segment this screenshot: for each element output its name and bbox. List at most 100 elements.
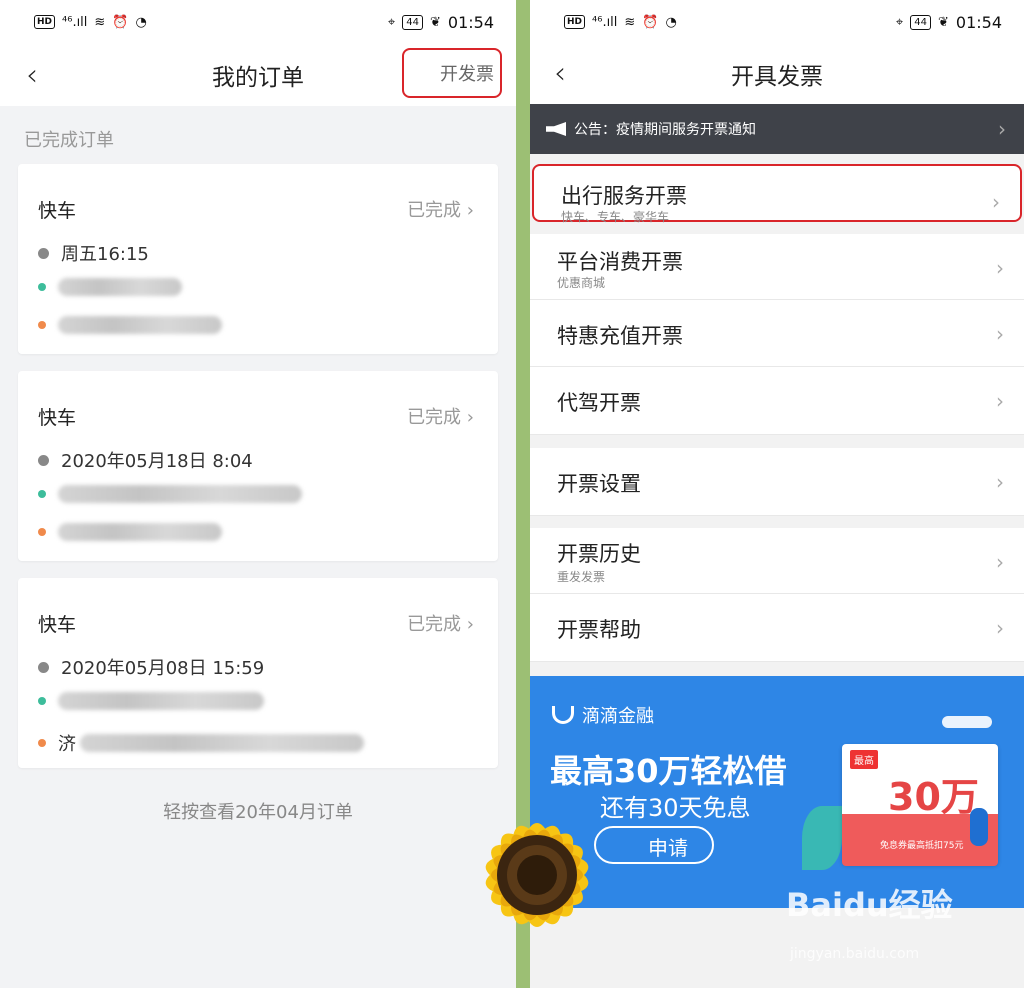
nav-bar: ‹ 开具发票 bbox=[530, 44, 1024, 104]
clock-icon bbox=[38, 247, 49, 259]
hd-icon: HD bbox=[564, 15, 586, 29]
menu-item-label: 出行服务开票 bbox=[561, 184, 687, 208]
chevron-right-icon: › bbox=[996, 616, 1004, 640]
person-illustration bbox=[970, 808, 988, 846]
order-card[interactable]: 快车 已完成 › 周五16:15 bbox=[18, 164, 498, 354]
leaf-icon: ❦ bbox=[429, 14, 441, 30]
menu-item-label: 平台消费开票 bbox=[557, 250, 683, 274]
menu-item-invoice-settings[interactable]: 开票设置 › bbox=[530, 448, 1024, 516]
menu-item-invoice-help[interactable]: 开票帮助 › bbox=[530, 594, 1024, 662]
blurred-start-address bbox=[58, 278, 182, 296]
announcement-text: 公告：疫情期间服务开票通知 bbox=[574, 122, 756, 138]
chevron-right-icon: › bbox=[996, 550, 1004, 574]
chevron-right-icon: › bbox=[996, 470, 1004, 494]
start-dot-icon bbox=[38, 697, 46, 705]
menu-item-invoice-history[interactable]: 开票历史 重发发票 › bbox=[530, 528, 1024, 594]
battery-indicator: 44 bbox=[402, 14, 423, 30]
leaf-decoration bbox=[802, 806, 842, 870]
signal-icon: ⁴⁶.ıll bbox=[62, 14, 88, 30]
signal-icon: ⁴⁶.ıll bbox=[592, 14, 618, 30]
leaf-icon: ❦ bbox=[937, 14, 949, 30]
blurred-start-address bbox=[58, 692, 264, 710]
menu-item-sublabel: 重发发票 bbox=[557, 570, 606, 584]
hd-icon: HD bbox=[34, 15, 56, 29]
blurred-start-address bbox=[58, 485, 302, 503]
menu-item-travel-invoice[interactable]: 出行服务开票 快车、专车、豪华车 › bbox=[532, 164, 1022, 224]
blurred-end-address bbox=[58, 316, 222, 334]
clock-time: 01:54 bbox=[447, 12, 494, 32]
chevron-right-icon: › bbox=[466, 200, 474, 221]
blurred-end-address bbox=[80, 734, 364, 752]
chevron-right-icon: › bbox=[996, 256, 1004, 280]
app-notification-icon: ◔ bbox=[135, 14, 147, 30]
alarm-icon: ⏰ bbox=[112, 14, 129, 30]
banner-brand: 滴滴金融 bbox=[552, 702, 654, 728]
baidu-watermark-url: jingyan.baidu.com bbox=[790, 946, 920, 962]
menu-item-recharge-invoice[interactable]: 特惠充值开票 › bbox=[530, 300, 1024, 367]
wifi-icon: ≋ bbox=[94, 14, 106, 30]
menu-item-sublabel: 快车、专车、豪华车 bbox=[561, 210, 670, 224]
location-icon: ⌖ bbox=[387, 14, 396, 30]
location-icon: ⌖ bbox=[895, 14, 904, 30]
back-arrow-icon[interactable]: ‹ bbox=[554, 56, 566, 91]
sunflower-decoration bbox=[485, 823, 589, 927]
section-completed-orders: 已完成订单 bbox=[24, 130, 114, 151]
status-bar: HD ⁴⁶.ıll ≋ ⏰ ◔ ⌖ 44 ❦ 01:54 bbox=[530, 0, 1024, 44]
menu-item-platform-invoice[interactable]: 平台消费开票 优惠商城 › bbox=[530, 234, 1024, 300]
order-status: 已完成 › bbox=[407, 200, 474, 221]
app-notification-icon: ◔ bbox=[665, 14, 677, 30]
menu-item-label: 开票设置 bbox=[557, 472, 641, 496]
start-dot-icon bbox=[38, 283, 46, 291]
chevron-right-icon: › bbox=[996, 389, 1004, 413]
order-time: 周五16:15 bbox=[61, 244, 149, 265]
clock-icon bbox=[38, 454, 49, 466]
order-time: 2020年05月08日 15:59 bbox=[61, 658, 265, 679]
chevron-right-icon: › bbox=[992, 190, 1000, 214]
back-arrow-icon[interactable]: ‹ bbox=[26, 58, 38, 93]
menu-item-sublabel: 优惠商城 bbox=[557, 276, 606, 290]
end-dot-icon bbox=[38, 528, 46, 536]
chevron-right-icon: › bbox=[466, 407, 474, 428]
chevron-right-icon: › bbox=[996, 322, 1004, 346]
chevron-right-icon: › bbox=[466, 614, 474, 635]
coupon-tag: 最高 bbox=[850, 750, 878, 769]
order-card[interactable]: 快车 已完成 › 2020年05月18日 8:04 bbox=[18, 371, 498, 561]
order-time-row: 2020年05月18日 8:04 bbox=[38, 447, 253, 473]
order-end-row bbox=[38, 316, 222, 334]
order-type: 快车 bbox=[38, 614, 77, 636]
nav-bar: ‹ 我的订单 开发票 bbox=[0, 44, 516, 106]
order-start-row bbox=[38, 485, 302, 503]
menu-item-label: 特惠充值开票 bbox=[557, 324, 683, 348]
order-start-row bbox=[38, 278, 182, 296]
baidu-watermark-logo: Baidu经验 bbox=[786, 886, 953, 924]
clock-icon bbox=[38, 661, 49, 673]
menu-item-label: 开票历史 bbox=[557, 542, 641, 566]
menu-item-label: 开票帮助 bbox=[557, 618, 641, 642]
order-time-row: 2020年05月08日 15:59 bbox=[38, 654, 264, 680]
coupon-amount: 30万 bbox=[888, 775, 979, 819]
announcement-bar[interactable]: 公告：疫情期间服务开票通知 › bbox=[530, 104, 1024, 154]
end-dot-icon bbox=[38, 321, 46, 329]
cloud-decoration bbox=[942, 716, 992, 728]
page-title: 开具发票 bbox=[731, 64, 823, 90]
megaphone-icon bbox=[546, 122, 566, 136]
menu-item-label: 代驾开票 bbox=[557, 391, 641, 415]
order-start-row bbox=[38, 692, 264, 710]
wifi-icon: ≋ bbox=[624, 14, 636, 30]
coupon-note: 免息券最高抵扣75元 bbox=[880, 841, 964, 851]
end-dot-icon bbox=[38, 739, 46, 747]
menu-item-designated-driver-invoice[interactable]: 代驾开票 › bbox=[530, 367, 1024, 435]
battery-indicator: 44 bbox=[910, 14, 931, 30]
order-end-row: 济 bbox=[38, 730, 364, 756]
order-type: 快车 bbox=[38, 407, 77, 429]
issue-invoice-button[interactable]: 开发票 bbox=[402, 48, 502, 98]
clock-time: 01:54 bbox=[955, 12, 1002, 32]
order-time: 2020年05月18日 8:04 bbox=[61, 451, 253, 472]
chevron-right-icon: › bbox=[998, 117, 1006, 141]
order-card[interactable]: 快车 已完成 › 2020年05月08日 15:59 济 bbox=[18, 578, 498, 768]
order-end-row bbox=[38, 523, 222, 541]
blurred-end-address bbox=[58, 523, 222, 541]
didi-logo-icon bbox=[552, 706, 574, 724]
order-time-row: 周五16:15 bbox=[38, 240, 149, 266]
end-address-prefix: 济 bbox=[58, 734, 76, 755]
